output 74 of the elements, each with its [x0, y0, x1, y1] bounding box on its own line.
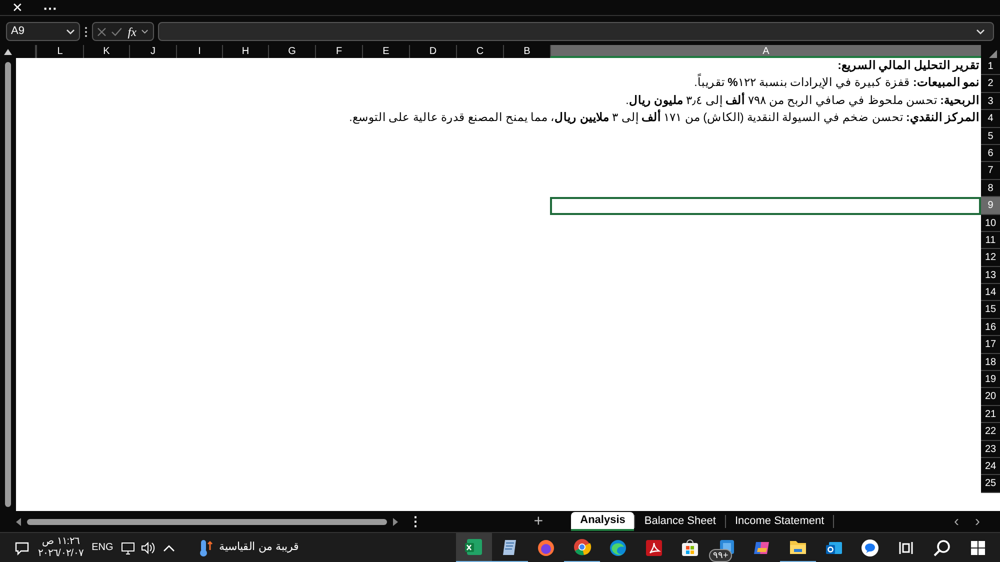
row-header[interactable]: 1	[981, 58, 1000, 76]
language-indicator[interactable]: ENG	[92, 540, 114, 555]
pdf-icon	[644, 538, 664, 558]
formula-field[interactable]	[158, 22, 994, 41]
row-header[interactable]: 16	[981, 318, 1000, 336]
row-header[interactable]: 8	[981, 180, 1000, 198]
row-header[interactable]: 23	[981, 440, 1000, 458]
more-button[interactable]: ⋮	[409, 515, 422, 528]
notification-icon[interactable]	[14, 540, 30, 556]
sheet-tab[interactable]: Income Statement	[726, 512, 834, 531]
clock[interactable]: ١١:٢٦ ص ٢٠٢٦/٠٢/٠٧	[38, 536, 84, 560]
horizontal-scrollbar[interactable]	[27, 518, 387, 524]
cancel-icon[interactable]	[97, 26, 106, 36]
scroll-left-icon[interactable]	[16, 518, 21, 526]
previous-sheet-button[interactable]: ‹	[946, 514, 967, 529]
row-header[interactable]: 10	[981, 214, 1000, 232]
row-header[interactable]: 18	[981, 354, 1000, 372]
chevron-down-icon	[66, 28, 75, 34]
name-box[interactable]: A9	[6, 22, 80, 41]
date-text: ٢٠٢٦/٠٢/٠٧	[38, 548, 84, 560]
scroll-right-icon[interactable]	[393, 518, 398, 526]
vertical-scrollbar[interactable]	[5, 62, 11, 507]
row-header[interactable]: 12	[981, 249, 1000, 267]
wave-browser-icon	[608, 538, 628, 558]
row-header[interactable]: 20	[981, 388, 1000, 406]
vertical-dots-icon	[84, 26, 88, 38]
chevron-up-icon[interactable]	[163, 544, 176, 552]
thermometer-icon[interactable]	[199, 538, 214, 556]
row-header[interactable]: 24	[981, 458, 1000, 476]
row-header[interactable]: 3	[981, 92, 1000, 110]
sheet-tab[interactable]: Analysis	[571, 512, 634, 531]
row-header[interactable]: 21	[981, 406, 1000, 424]
row-header[interactable]: 2	[981, 75, 1000, 93]
selected-cell[interactable]	[550, 197, 981, 215]
row-header[interactable]: 13	[981, 266, 1000, 284]
cell-text: نمو المبيعات: قفزة كبيرة في الإيرادات بنسبة ١٢٢% تقريباً.	[694, 75, 979, 92]
search-icon	[932, 538, 952, 558]
notification-badge: ٩٩+	[709, 548, 732, 562]
row-header[interactable]: 4	[981, 110, 1000, 128]
taskbar-button[interactable]: ٩٩+	[708, 532, 744, 562]
spreadsheet-icon	[464, 536, 484, 556]
row-header[interactable]: 25	[981, 475, 1000, 493]
store-bag-icon	[680, 538, 700, 558]
fox-browser-icon	[536, 538, 556, 558]
next-sheet-button[interactable]: ›	[967, 514, 988, 529]
time-text: ١١:٢٦ ص	[42, 536, 80, 548]
row-header[interactable]: 15	[981, 301, 1000, 319]
cell-text: تقرير التحليل المالي السريع:	[838, 59, 979, 74]
chat-bubble-icon	[860, 538, 880, 558]
weather-text[interactable]: قريبة من القياسية	[219, 539, 298, 556]
cell-text: المركز النقدي: تحسن ضخم في السيولة النقدية (الكاش) من ١٧١ ألف إلى ٣ ملايين ريال، مما يمنح المصنع قدرة عالية على التوسع.	[349, 110, 979, 128]
row-header[interactable]: 6	[981, 144, 1000, 162]
check-icon[interactable]	[111, 26, 123, 36]
row-header[interactable]: 14	[981, 284, 1000, 302]
row-header[interactable]: 17	[981, 336, 1000, 354]
row-header[interactable]: 9	[981, 197, 1000, 215]
speaker-icon[interactable]	[141, 540, 156, 554]
insert-function-button[interactable]: fx	[128, 26, 136, 38]
round-browser-icon	[572, 536, 592, 556]
row-header[interactable]: 22	[981, 423, 1000, 441]
add-sheet-button[interactable]: +	[534, 514, 544, 530]
sheet-tab[interactable]: Balance Sheet	[635, 512, 725, 531]
more-button[interactable]: ⋯	[43, 0, 57, 14]
cell-text: الربحية: تحسن ملحوظ في صافي الربح من ٧٩٨ ألف إلى ٣٫٤ مليون ريال.	[626, 92, 979, 110]
row-header[interactable]: 11	[981, 232, 1000, 250]
network-icon[interactable]	[121, 540, 136, 554]
row-header[interactable]: 7	[981, 162, 1000, 180]
column-header[interactable]: A	[550, 45, 981, 58]
chevron-down-icon	[141, 28, 149, 34]
row-header[interactable]: 5	[981, 128, 1000, 145]
scroll-up-icon[interactable]	[4, 48, 12, 54]
row-header[interactable]: 19	[981, 371, 1000, 388]
close-button[interactable]: ✕	[8, 1, 27, 14]
chevron-down-icon	[976, 28, 985, 34]
